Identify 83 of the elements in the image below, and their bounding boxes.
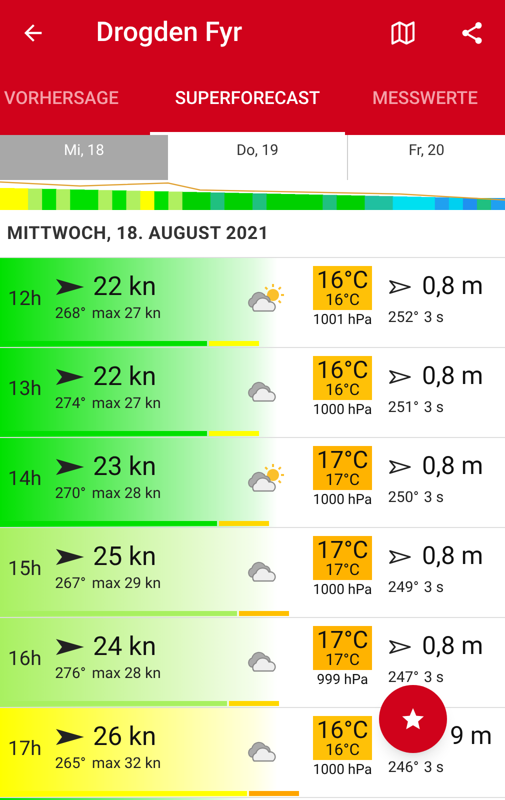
water-temperature: 17°C — [325, 562, 360, 578]
wave-arrow-icon — [388, 638, 412, 655]
wave-period: 3 s — [424, 486, 444, 508]
wind-arrow-icon — [55, 728, 85, 746]
pressure: 1000 hPa — [312, 580, 372, 600]
wave-direction: 247° — [388, 666, 419, 688]
wave-direction: 249° — [388, 576, 419, 598]
wind-arrow-icon — [55, 458, 85, 476]
wave-direction: 250° — [388, 486, 419, 508]
wave-height: 0,8 m — [422, 541, 484, 573]
wave-period: 3 s — [424, 666, 444, 688]
forecast-row[interactable]: 14h 23 kn 270° max 28 kn 17°C 17°C 1000 hPa 0,8 m 250° 3 s — [0, 438, 505, 528]
wave-height: 0,8 m — [422, 271, 484, 303]
wave-arrow-icon — [388, 458, 412, 475]
hour-label: 14h — [7, 465, 42, 492]
forecast-row[interactable]: 15h 25 kn 267° max 29 kn 17°C 17°C 1000 hPa 0,8 m 249° 3 s — [0, 528, 505, 618]
hour-label: 13h — [7, 375, 42, 402]
hour-label: 17h — [7, 735, 42, 762]
wind-speed: 24 kn — [93, 632, 156, 662]
gust-speed: max 28 kn — [92, 662, 161, 684]
wave-period: 3 s — [424, 576, 444, 598]
wave-arrow-icon — [388, 278, 412, 295]
star-icon — [400, 706, 426, 732]
air-temperature: 17°C — [316, 538, 368, 562]
gust-speed: max 27 kn — [92, 392, 161, 414]
water-temperature: 16°C — [325, 742, 360, 758]
wave-height: 0,8 m — [422, 451, 484, 483]
date-heading: MITTWOCH, 18. AUGUST 2021 — [7, 222, 269, 246]
wave-direction: 246° — [388, 756, 419, 778]
wave-period: 3 s — [424, 396, 444, 418]
pressure: 1001 hPa — [312, 310, 372, 330]
air-temperature: 16°C — [316, 268, 368, 292]
wind-speed: 23 kn — [93, 452, 156, 482]
gust-speed: max 28 kn — [92, 482, 161, 504]
air-temperature: 17°C — [316, 628, 368, 652]
pressure: 1000 hPa — [312, 400, 372, 420]
wave-direction: 252° — [388, 306, 419, 328]
wind-arrow-icon — [55, 278, 85, 296]
hour-label: 15h — [7, 555, 42, 582]
forecast-row[interactable]: 13h 22 kn 274° max 27 kn 16°C 16°C 1000 hPa 0,8 m 251° 3 s — [0, 348, 505, 438]
forecast-row[interactable]: 12h 22 kn 268° max 27 kn 16°C 16°C 1001 hPa 0,8 m 252° 3 s — [0, 258, 505, 348]
pressure: 999 hPa — [316, 670, 368, 690]
wave-height: 0,8 m — [422, 361, 484, 393]
sun-cloud-icon — [245, 463, 285, 493]
gust-speed: max 32 kn — [92, 752, 161, 774]
wind-arrow-icon — [55, 638, 85, 656]
sun-cloud-icon — [245, 283, 285, 313]
water-temperature: 16°C — [325, 382, 360, 398]
map-icon[interactable] — [389, 18, 417, 46]
pressure: 1000 hPa — [312, 760, 372, 780]
wind-direction: 265° — [55, 752, 86, 774]
hour-label: 12h — [7, 285, 42, 312]
wave-height: 0,8 m — [422, 631, 484, 663]
wind-direction: 270° — [55, 482, 86, 504]
wind-speed: 25 kn — [93, 542, 156, 572]
hour-label: 16h — [7, 645, 42, 672]
air-temperature: 16°C — [316, 358, 368, 382]
wave-height: 9 m — [450, 721, 492, 753]
app-title: Drogden Fyr — [96, 15, 244, 50]
wind-direction: 268° — [55, 302, 86, 324]
wave-period: 3 s — [424, 306, 444, 328]
water-temperature: 16°C — [325, 292, 360, 308]
pressure: 1000 hPa — [312, 490, 372, 510]
water-temperature: 17°C — [325, 472, 360, 488]
wave-direction: 251° — [388, 396, 419, 418]
wind-direction: 276° — [55, 662, 86, 684]
wave-arrow-icon — [388, 368, 412, 385]
forecast-row[interactable]: 16h 24 kn 276° max 28 kn 17°C 17°C 999 hPa 0,8 m 247° 3 s — [0, 618, 505, 708]
wind-speed: 26 kn — [93, 722, 156, 752]
wind-direction: 267° — [55, 572, 86, 594]
gust-speed: max 29 kn — [92, 572, 161, 594]
wind-arrow-icon — [55, 368, 85, 386]
wind-direction: 274° — [55, 392, 86, 414]
air-temperature: 17°C — [316, 448, 368, 472]
wind-speed: 22 kn — [93, 362, 156, 392]
wave-period: 3 s — [424, 756, 444, 778]
wind-speed: 22 kn — [93, 272, 156, 302]
gust-speed: max 27 kn — [92, 302, 161, 324]
wind-arrow-icon — [55, 548, 85, 566]
forecast-row[interactable]: 17h 26 kn 265° max 32 kn 16°C 16°C 1000 hPa 9 m 246° 3 s — [0, 708, 505, 798]
air-temperature: 16°C — [316, 718, 368, 742]
wave-arrow-icon — [388, 548, 412, 565]
water-temperature: 17°C — [325, 652, 360, 668]
